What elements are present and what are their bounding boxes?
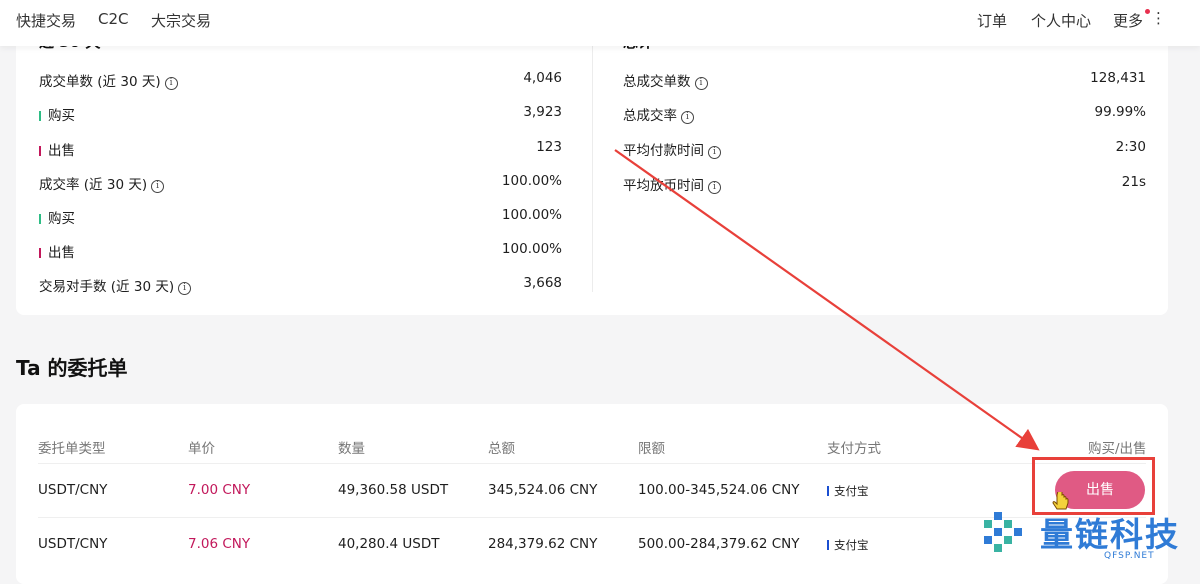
payment-label: 支付宝 — [834, 538, 869, 552]
stat-label: 成交单数 (近 30 天) i — [39, 70, 178, 90]
stat-label-text: 平均付款时间 — [623, 143, 704, 159]
stats-divider — [592, 36, 593, 292]
stat-label: 购买 — [39, 104, 75, 124]
info-icon[interactable]: i — [694, 77, 708, 90]
stat-label-text: 交易对手数 (近 30 天) — [39, 279, 175, 295]
payment-bar-icon — [827, 540, 829, 550]
stat-row: 平均放币时间 i 21s — [623, 174, 1146, 194]
payment-method: 支付宝 — [827, 483, 869, 499]
col-total: 总额 — [488, 441, 515, 457]
stat-value: 123 — [536, 139, 562, 155]
stat-value: 99.99% — [1094, 104, 1146, 120]
stat-row: 成交率 (近 30 天) i 100.00% — [39, 173, 562, 193]
more-kebab-icon[interactable]: ⋮ — [1151, 9, 1166, 27]
stat-label-text: 总成交率 — [623, 108, 677, 124]
stat-value: 100.00% — [501, 173, 562, 189]
stat-label: 出售 — [39, 139, 75, 159]
order-quantity: 49,360.58 USDT — [338, 482, 449, 498]
nav-quick-trade[interactable]: 快捷交易 — [16, 10, 76, 31]
col-payment: 支付方式 — [827, 441, 881, 457]
stat-row: 总成交率 i 99.99% — [623, 104, 1146, 124]
info-icon[interactable]: i — [178, 282, 192, 295]
order-limit: 100.00-345,524.06 CNY — [638, 482, 800, 498]
stat-value: 3,923 — [523, 104, 562, 120]
payment-label: 支付宝 — [834, 484, 869, 498]
stat-label-text: 购买 — [48, 108, 75, 124]
watermark-brand: 量链科技 — [1040, 515, 1180, 554]
col-price: 单价 — [188, 441, 215, 457]
payment-method: 支付宝 — [827, 537, 869, 553]
col-buy-sell: 购买/出售 — [1088, 441, 1147, 457]
stat-label-text: 出售 — [48, 143, 75, 159]
stat-row: 总成交单数 i 128,431 — [623, 70, 1146, 90]
buy-indicator-icon — [39, 214, 41, 224]
order-limit: 500.00-284,379.62 CNY — [638, 536, 800, 552]
stat-label: 平均付款时间 i — [623, 139, 721, 159]
stat-value: 2:30 — [1115, 139, 1146, 155]
stat-label-text: 成交单数 (近 30 天) — [39, 74, 161, 90]
stat-value: 21s — [1121, 174, 1146, 190]
stat-label-text: 购买 — [48, 211, 75, 227]
order-quantity: 40,280.4 USDT — [338, 536, 440, 552]
stat-label: 购买 — [39, 207, 75, 227]
top-nav: 快捷交易 C2C 大宗交易 订单 个人中心 更多 ⋮ — [0, 0, 1200, 46]
order-price: 7.00 CNY — [188, 482, 251, 498]
col-limit: 限额 — [638, 441, 665, 457]
info-icon[interactable]: i — [708, 146, 721, 159]
stat-label: 交易对手数 (近 30 天) i — [39, 275, 192, 295]
sell-indicator-icon — [39, 248, 41, 258]
nav-block-trade[interactable]: 大宗交易 — [151, 10, 211, 31]
nav-c2c[interactable]: C2C — [98, 10, 129, 28]
nav-more[interactable]: 更多 — [1113, 10, 1143, 31]
stat-row: 平均付款时间 i 2:30 — [623, 139, 1146, 159]
nav-profile[interactable]: 个人中心 — [1031, 10, 1091, 31]
stat-label-text: 出售 — [48, 245, 75, 261]
stat-label: 平均放币时间 i — [623, 174, 721, 194]
stat-row: 购买 3,923 — [39, 104, 562, 124]
stat-label-text: 总成交单数 — [623, 74, 691, 90]
order-price: 7.06 CNY — [188, 536, 251, 552]
order-total: 284,379.62 CNY — [488, 536, 598, 552]
stat-row: 出售 123 — [39, 139, 562, 159]
payment-bar-icon — [827, 486, 829, 496]
col-order-type: 委托单类型 — [38, 441, 106, 457]
buy-indicator-icon — [39, 111, 41, 121]
nav-orders[interactable]: 订单 — [977, 10, 1007, 31]
notification-dot-icon — [1145, 9, 1150, 14]
orders-heading: Ta 的委托单 — [16, 356, 128, 380]
stat-value: 3,668 — [523, 275, 562, 291]
stat-value: 128,431 — [1090, 70, 1146, 86]
order-type: USDT/CNY — [38, 536, 108, 552]
order-type: USDT/CNY — [38, 482, 108, 498]
order-total: 345,524.06 CNY — [488, 482, 598, 498]
stat-row: 交易对手数 (近 30 天) i 3,668 — [39, 275, 562, 295]
info-icon[interactable]: i — [708, 181, 721, 194]
stat-label: 总成交单数 i — [623, 70, 708, 90]
watermark-domain: QFSP.NET — [1104, 551, 1155, 561]
info-icon[interactable]: i — [164, 77, 178, 90]
stat-label: 成交率 (近 30 天) i — [39, 173, 165, 193]
stat-label-text: 平均放币时间 — [623, 178, 704, 194]
stat-label-text: 成交率 (近 30 天) — [39, 177, 148, 193]
stat-row: 成交单数 (近 30 天) i 4,046 — [39, 70, 562, 90]
watermark-logo-icon — [984, 512, 1022, 552]
col-quantity: 数量 — [338, 441, 365, 457]
info-icon[interactable]: i — [151, 180, 165, 193]
stat-label: 出售 — [39, 241, 75, 261]
stat-row: 购买 100.00% — [39, 207, 562, 227]
stat-value: 100.00% — [501, 241, 562, 257]
stat-row: 出售 100.00% — [39, 241, 562, 261]
stat-value: 4,046 — [523, 70, 562, 86]
sell-indicator-icon — [39, 146, 41, 156]
stat-value: 100.00% — [501, 207, 562, 223]
row-divider — [38, 463, 1146, 464]
stat-label: 总成交率 i — [623, 104, 694, 124]
info-icon[interactable]: i — [681, 111, 694, 124]
